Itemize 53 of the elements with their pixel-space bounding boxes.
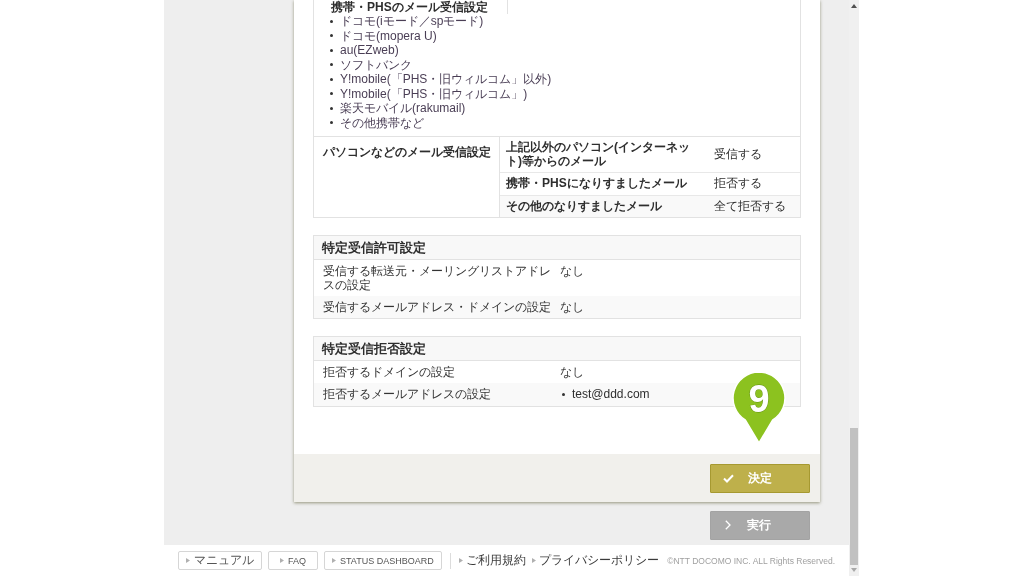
row-label: 携帯・PHSになりすましたメール (505, 175, 688, 192)
list-item: ソフトバンク (340, 57, 412, 72)
row-label: 拒否するメールアドレスの設定 (322, 387, 492, 401)
triangle-down-icon[interactable] (851, 568, 857, 572)
row-value: 受信する (713, 145, 763, 163)
row-value: なし (560, 300, 584, 314)
bullet-icon (330, 63, 333, 67)
bullet-icon (330, 106, 333, 110)
row-value: なし (560, 365, 584, 379)
row-value: 拒否する (713, 175, 763, 192)
row-label: パソコンなどのメール受信設定 (323, 145, 491, 159)
bullet-icon (330, 92, 333, 96)
row-label: 拒否するドメインの設定 (322, 365, 456, 379)
row-value: なし (560, 264, 584, 278)
footer-link[interactable]: ご利用規約 (465, 552, 526, 569)
triangle-icon (186, 558, 190, 563)
bullet-icon (330, 19, 333, 23)
list-item: au(EZweb) (340, 43, 399, 58)
bullet-icon (330, 121, 333, 125)
scrollbar[interactable] (849, 0, 859, 576)
bullet-icon (330, 34, 333, 38)
section-title: 特定受信許可設定 (314, 236, 800, 260)
row-label: 上記以外のパソコン(インターネット)等からのメール (505, 139, 691, 170)
list-item: その他携帯など (340, 115, 424, 130)
footer-button[interactable]: STATUS DASHBOARD (324, 551, 442, 570)
copyright-text: ©NTT DOCOMO INC. ALL Rights Reserved. (667, 555, 835, 566)
row-value: 全て拒否する (713, 197, 787, 215)
section-title: 特定受信拒否設定 (314, 337, 800, 361)
bullet-icon (562, 392, 565, 396)
bullet-icon (330, 48, 333, 52)
list-item: test@ddd.com (572, 387, 650, 402)
check-icon (723, 473, 734, 483)
callout-pin: 9 (732, 371, 786, 444)
list-item: ドコモ(mopera U) (340, 28, 437, 43)
triangle-icon (531, 558, 536, 563)
footer-button[interactable]: FAQ (268, 551, 318, 570)
list-item: Y!mobile(「PHS・旧ウィルコム」) (340, 86, 528, 101)
footer-link[interactable]: プライバシーポリシー (538, 552, 659, 569)
footer-button[interactable]: マニュアル (178, 551, 262, 570)
chevron-right-icon (725, 520, 731, 530)
list-item: 楽天モバイル(rakumail) (340, 101, 466, 116)
scroll-thumb[interactable] (850, 428, 858, 565)
list-item: Y!mobile(「PHS・旧ウィルコム」以外) (340, 72, 552, 87)
triangle-icon (280, 558, 284, 563)
row-label: その他のなりすましたメール (505, 197, 663, 215)
row-label: 受信するメールアドレス・ドメインの設定 (322, 300, 552, 314)
triangle-icon (332, 558, 336, 563)
triangle-up-icon[interactable] (851, 4, 857, 8)
triangle-icon (458, 558, 463, 563)
row-label: 受信する転送元・メーリングリストアドレスの設定 (322, 264, 552, 292)
row-label: 携帯・PHSのメール受信設定 (331, 0, 488, 14)
bullet-icon (330, 77, 333, 81)
list-item: ドコモ(iモード／spモード) (340, 14, 484, 29)
